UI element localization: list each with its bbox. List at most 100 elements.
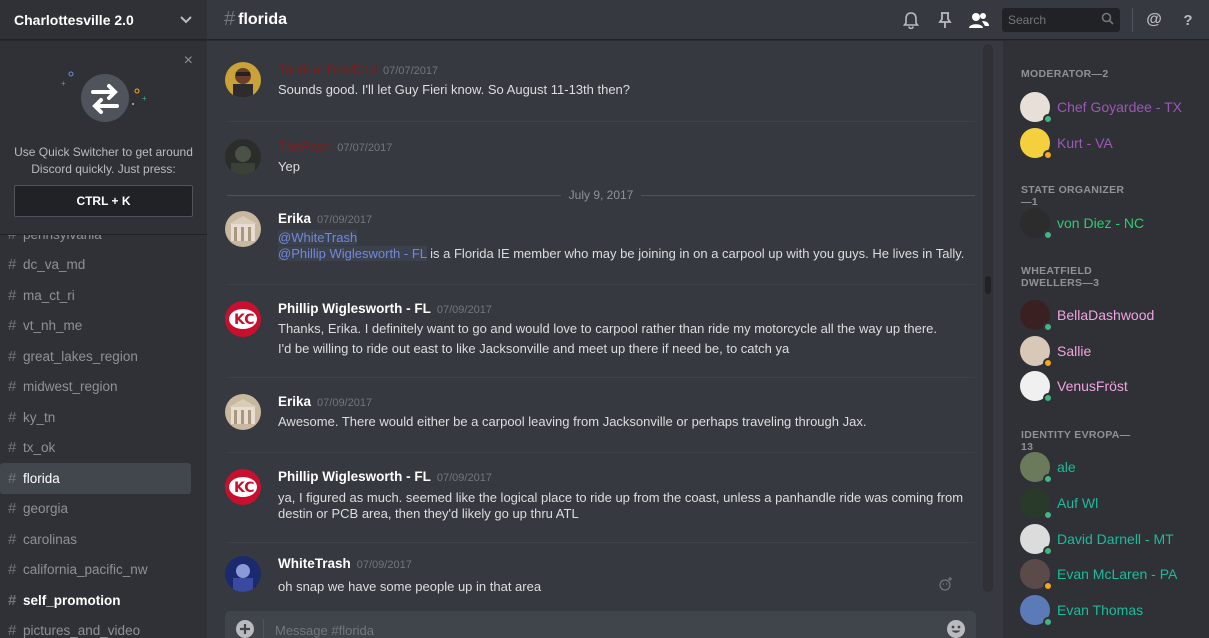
author-name[interactable]: Erika [278, 211, 311, 226]
scroll-thumb[interactable] [985, 276, 991, 294]
help-icon[interactable]: ? [1177, 9, 1199, 31]
user-mention[interactable]: @WhiteTrash [278, 230, 358, 245]
channel-label: carolinas [23, 531, 78, 547]
channel-label: georgia [23, 501, 69, 517]
hint-line-1: Use Quick Switcher to get around [14, 145, 193, 159]
member-name: Evan McLaren - PA [1057, 566, 1178, 582]
avatar [1020, 336, 1053, 368]
member-item[interactable]: ale [1020, 450, 1076, 484]
hash-icon: # [224, 8, 236, 30]
member-item[interactable]: Sallie [1020, 334, 1091, 368]
channel-item-ky_tn[interactable]: # ky_tn [0, 402, 191, 433]
author-name[interactable]: Tactical BowlCut [278, 62, 377, 77]
add-reaction-icon[interactable] [939, 577, 953, 596]
channel-label: florida [23, 470, 60, 486]
member-item[interactable]: Auf Wl [1020, 486, 1098, 520]
message-divider [227, 377, 975, 378]
author-name[interactable]: Phillip Wiglesworth - FL [278, 469, 431, 484]
close-icon[interactable]: × [184, 53, 193, 69]
member-item[interactable]: VenusFröst [1020, 369, 1128, 403]
channel-label: midwest_region [23, 379, 118, 395]
hash-icon: # [8, 469, 17, 487]
member-name: von Diez - NC [1057, 215, 1145, 231]
member-group-title: MODERATOR—2 [1021, 68, 1109, 80]
channel-item-california_pacific_nw[interactable]: # california_pacific_nw [0, 555, 191, 586]
message-text: Yep [278, 159, 300, 174]
author-name[interactable]: Phillip Wiglesworth - FL [278, 301, 431, 316]
avatar[interactable] [225, 556, 261, 592]
search-box[interactable]: Search [1002, 8, 1120, 32]
message-body: Erika 07/09/2017 @WhiteTrash @Phillip Wi… [278, 211, 978, 262]
author-name[interactable]: Erika [278, 394, 311, 409]
status-indicator [1043, 114, 1053, 124]
hash-icon: # [8, 286, 17, 304]
message-input[interactable]: Message #florida [275, 619, 946, 638]
avatar[interactable] [225, 211, 261, 247]
mention-icon[interactable]: @ [1143, 9, 1165, 31]
emoji-icon[interactable] [946, 619, 966, 638]
hash-icon: # [8, 317, 17, 335]
timestamp: 07/09/2017 [436, 304, 492, 316]
message-text: Thanks, Erika. I definitely want to go a… [278, 321, 938, 336]
guild-header[interactable]: Charlottesville 2.0 [0, 0, 207, 40]
avatar[interactable] [225, 139, 261, 175]
member-item[interactable]: von Diez - NC [1020, 206, 1144, 240]
member-item[interactable]: David Darnell - MT [1020, 522, 1174, 556]
message-body: TheFash 07/07/2017 Yep [278, 139, 978, 177]
avatar [1020, 452, 1053, 484]
user-mention[interactable]: @Phillip Wiglesworth - FL [278, 246, 427, 261]
pin-icon[interactable] [934, 9, 956, 31]
member-item[interactable]: Evan Thomas [1020, 593, 1143, 627]
channel-item-ma_ct_ri[interactable]: # ma_ct_ri [0, 280, 191, 311]
discord-app: Charlottesville 2.0 #pennsylvania#dc_va_… [0, 0, 1209, 638]
hash-icon: # [8, 500, 17, 518]
avatar [1020, 371, 1053, 403]
channel-item-carolinas[interactable]: # carolinas [0, 524, 191, 555]
member-item[interactable]: BellaDashwood [1020, 298, 1154, 332]
timestamp: 07/09/2017 [436, 472, 492, 484]
member-name: BellaDashwood [1057, 307, 1155, 323]
members-icon[interactable] [968, 9, 990, 31]
channel-item-dc_va_md[interactable]: # dc_va_md [0, 250, 191, 281]
channel-label: ky_tn [23, 409, 56, 425]
avatar[interactable]: KC [225, 301, 261, 337]
channel-item-great_lakes_region[interactable]: # great_lakes_region [0, 341, 191, 372]
shortcut-button[interactable]: CTRL + K [14, 185, 193, 217]
channel-item-georgia[interactable]: # georgia [0, 494, 191, 525]
day-divider: July 9, 2017 [227, 188, 975, 202]
hash-icon: # [8, 347, 17, 365]
hash-icon: # [8, 530, 17, 548]
member-item[interactable]: Evan McLaren - PA [1020, 557, 1177, 591]
message-text: oh snap we have some people up in that a… [278, 579, 542, 594]
quick-switcher-hint: Use Quick Switcher to get around Discord… [0, 144, 207, 178]
quick-switcher-illustration: + + [59, 70, 149, 130]
message-composer: Message #florida [225, 611, 976, 638]
status-indicator [1043, 617, 1053, 627]
avatar[interactable] [225, 62, 261, 98]
bell-icon[interactable] [900, 9, 922, 31]
member-group-title: STATE ORGANIZER—1 [1021, 184, 1125, 208]
channel-item-pictures_and_video[interactable]: # pictures_and_video [0, 616, 191, 638]
message-text: @WhiteTrash @Phillip Wiglesworth - FL is… [278, 230, 978, 262]
member-item[interactable]: Chef Goyardee - TX [1020, 90, 1182, 124]
avatar[interactable] [225, 394, 261, 430]
channel-item-self_promotion[interactable]: # self_promotion [0, 585, 191, 616]
channel-item-tx_ok[interactable]: # tx_ok [0, 433, 191, 464]
author-name[interactable]: WhiteTrash [278, 556, 351, 571]
svg-text:+: + [142, 94, 147, 103]
channel-item-midwest_region[interactable]: # midwest_region [0, 372, 191, 403]
status-indicator [1043, 510, 1053, 520]
toolbar-separator [1132, 8, 1133, 32]
search-input[interactable]: Search [1008, 13, 1046, 27]
channel-item-florida[interactable]: # florida [0, 463, 191, 494]
author-name[interactable]: TheFash [278, 139, 331, 154]
quick-switcher-popout: × + + Use Quick Switcher to get around D… [0, 44, 207, 235]
channel-item-vt_nh_me[interactable]: # vt_nh_me [0, 311, 191, 342]
message-divider [227, 121, 975, 122]
status-indicator [1043, 581, 1053, 591]
message-scrollbar[interactable] [983, 44, 993, 592]
member-item[interactable]: Kurt - VA [1020, 126, 1113, 160]
message-body: Phillip Wiglesworth - FL 07/09/2017 Than… [278, 301, 978, 359]
avatar[interactable]: KC [225, 469, 261, 505]
upload-plus-icon[interactable] [227, 619, 263, 638]
